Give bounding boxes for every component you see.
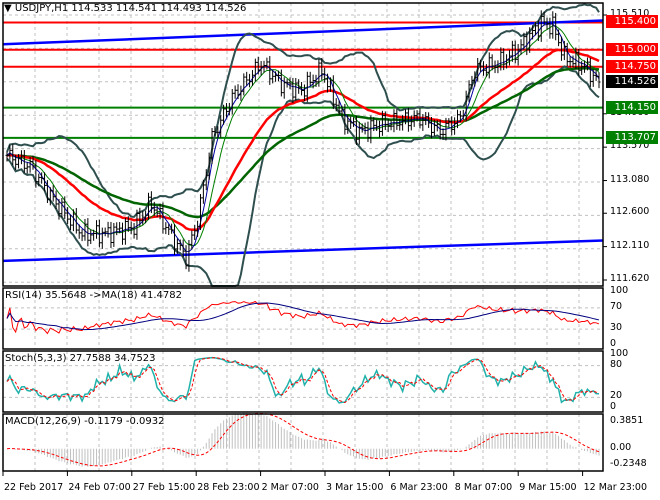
- time-axis-label: 9 Mar 15:00: [519, 482, 577, 493]
- moving-average-slow: [6, 48, 600, 232]
- price-tag: 114.526: [606, 75, 658, 89]
- price-axis-label: 112.600: [610, 206, 650, 218]
- stoch-axis-label: 80: [610, 358, 623, 370]
- stoch-label: Stoch(5,3,3) 27.7588 34.7523: [5, 353, 156, 364]
- stoch-axis-label: 20: [610, 390, 623, 402]
- ohlc-values: 114.533 114.541 114.493 114.526: [71, 3, 247, 14]
- trend-line: [2, 19, 604, 46]
- price-tag: 115.400: [606, 15, 658, 29]
- symbol-label: USDJPY,H1: [14, 3, 69, 14]
- time-axis-label: 22 Feb 2017: [4, 482, 64, 493]
- time-axis-label: 8 Mar 07:00: [454, 482, 513, 493]
- bollinger-upper-band: [6, 3, 600, 218]
- price-tag: 114.150: [606, 100, 658, 114]
- time-axis-label: 12 Mar 23:00: [583, 482, 648, 493]
- moving-average-mid: [6, 25, 600, 247]
- dropdown-arrow-icon[interactable]: ▼: [4, 3, 12, 14]
- rsi-label: RSI(14) 35.5648 ->MA(18) 41.4782: [5, 290, 182, 301]
- macd-axis-label: -0.2348: [610, 458, 647, 469]
- time-axis-label: 2 Mar 07:00: [261, 482, 319, 493]
- price-tag: 114.750: [606, 59, 658, 73]
- price-tag: 113.707: [606, 130, 658, 144]
- price-axis-label: 112.110: [610, 239, 650, 251]
- trend-line: [2, 239, 604, 263]
- macd-axis-label: 0.00: [610, 441, 632, 453]
- stoch-axis-label: 100: [610, 348, 629, 359]
- price-axis-label: 113.080: [610, 173, 650, 185]
- rsi-axis-label: 70: [610, 300, 623, 312]
- time-axis-label: 6 Mar 23:00: [390, 482, 448, 493]
- time-axis-label: 27 Feb 15:00: [132, 482, 196, 493]
- stoch-axis-label: 0: [610, 401, 617, 412]
- price-axis-label: 111.620: [610, 273, 650, 284]
- macd-axis-label: 0.3851: [610, 415, 644, 426]
- price-tag: 115.000: [606, 42, 658, 56]
- macd-label: MACD(12,26,9) -0.1179 -0.0932: [5, 416, 165, 427]
- rsi-ma-line: [6, 302, 600, 331]
- rsi-axis-label: 100: [610, 285, 629, 296]
- rsi-axis-label: 30: [610, 322, 623, 334]
- chart-title: ▼ USDJPY,H1 114.533 114.541 114.493 114.…: [4, 3, 246, 15]
- time-axis-label: 24 Feb 07:00: [68, 482, 131, 493]
- time-axis-label: 28 Feb 23:00: [197, 482, 260, 493]
- time-axis-label: 3 Mar 15:00: [326, 482, 384, 493]
